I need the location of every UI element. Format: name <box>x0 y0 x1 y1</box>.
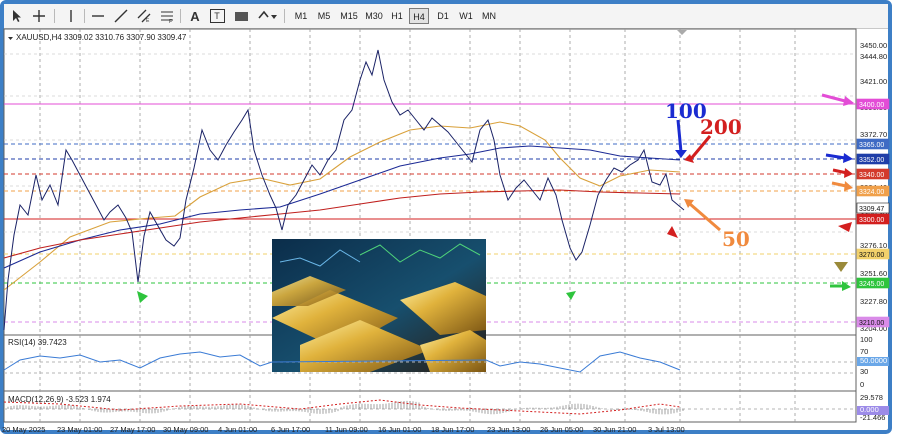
macd-level-label: -21.466 <box>860 413 885 422</box>
rsi-level-label: 100 <box>860 335 873 344</box>
price-tag-label: 3352.00 <box>859 157 884 164</box>
date-label: 11 Jun 09:00 <box>325 425 368 434</box>
price-tag-label: 3365.00 <box>859 142 884 149</box>
macd-label: MACD(12,26,9) -3.523 1.974 <box>8 395 111 404</box>
trading-platform-window: E F A T M1 M5 M15 M30 H1 H4 D1 W1 MN 100… <box>0 0 900 441</box>
date-label: 27 May 17:00 <box>110 425 155 434</box>
date-label: 30 Jun 21:00 <box>593 425 636 434</box>
date-label: 16 Jun 01:00 <box>378 425 421 434</box>
rsi-label: RSI(14) 39.7423 <box>8 338 67 347</box>
ma200-annotation: 200 <box>700 115 742 139</box>
date-label: 18 Jun 17:00 <box>431 425 474 434</box>
price-tag-label: 3309.47 <box>859 206 884 213</box>
price-scale-label: 3227.80 <box>860 297 887 306</box>
price-tag-label: 3400.00 <box>859 102 884 109</box>
chart-header: XAUUSD,H4 3309.02 3310.76 3307.90 3309.4… <box>16 33 187 42</box>
date-label: 4 Jun 01:00 <box>218 425 257 434</box>
macd-level-label: 29.578 <box>860 393 883 402</box>
price-scale-label: 3444.80 <box>860 52 887 61</box>
rsi-level-label: 30 <box>860 367 868 376</box>
date-label: 6 Jun 17:00 <box>271 425 310 434</box>
price-chart: 100 200 50 XAUUSD,H4 3309.02 3310.76 330… <box>2 28 890 434</box>
price-tag-label: 3300.00 <box>859 217 884 224</box>
gold-bars-image <box>272 239 486 372</box>
rsi-level-label: 70 <box>860 347 868 356</box>
price-tag-label: 3210.00 <box>859 320 884 327</box>
rsi-level-label: 0 <box>860 380 864 389</box>
price-scale-label: 3421.00 <box>860 77 887 86</box>
price-scale-label: 3276.10 <box>860 241 887 250</box>
price-tag-label: 3324.00 <box>859 189 884 196</box>
ma50-annotation: 50 <box>722 227 750 251</box>
price-tag-label: 3270.00 <box>859 252 884 259</box>
date-label: 23 May 01:00 <box>57 425 102 434</box>
price-scale-label: 3450.00 <box>860 41 887 50</box>
price-scale-label: 3251.60 <box>860 269 887 278</box>
date-label: 26 Jun 05:00 <box>540 425 583 434</box>
date-label: 30 May 09:00 <box>163 425 208 434</box>
price-tag-label: 3245.00 <box>859 281 884 288</box>
date-label: 23 Jun 13:00 <box>487 425 530 434</box>
rsi-level-label: 50.0000 <box>860 356 887 365</box>
date-label: 20 May 2025 <box>2 425 45 434</box>
price-tag-label: 3340.00 <box>859 172 884 179</box>
date-label: 3 Jul 13:00 <box>648 425 685 434</box>
price-scale-label: 3372.70 <box>860 130 887 139</box>
